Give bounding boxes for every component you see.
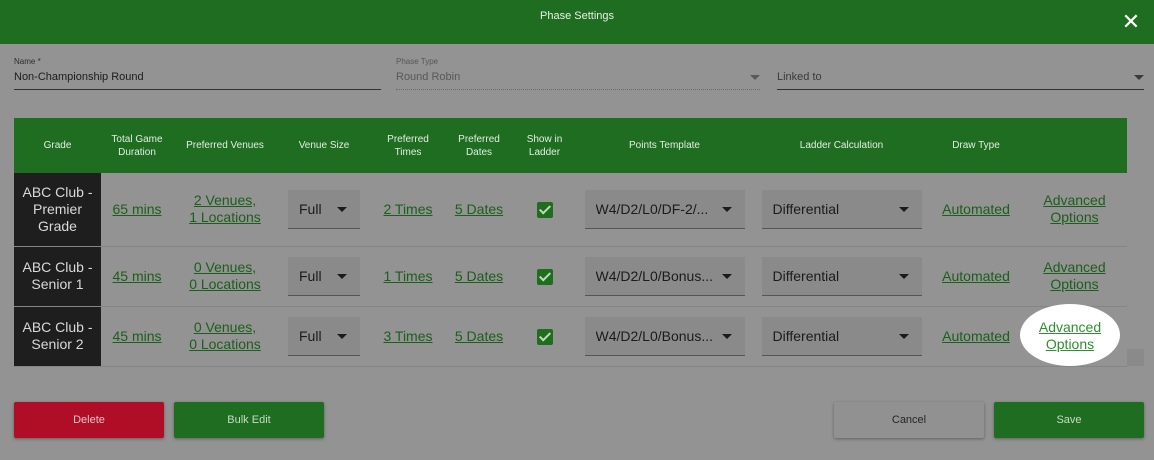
phase-type-select: Phase Type Round Robin [396, 56, 760, 90]
phase-type-label: Phase Type [396, 57, 439, 66]
duration-link[interactable]: 45 mins [112, 328, 161, 344]
column-header: Preferred Venues [186, 140, 264, 151]
column-header: Points Template [629, 140, 700, 151]
table-row: ABC Club - Senior 2 45 mins 0 Venues, 0 L… [14, 306, 1127, 366]
dates-link[interactable]: 5 Dates [455, 201, 503, 217]
column-header: Preferred Dates [458, 133, 500, 158]
dates-link[interactable]: 5 Dates [455, 268, 503, 284]
venue-size-value: Full [299, 327, 322, 344]
name-field[interactable]: Name * Non-Championship Round [14, 56, 381, 90]
chevron-down-icon [898, 206, 909, 212]
advanced-options-line: Options [1050, 276, 1099, 292]
duration-link[interactable]: 45 mins [112, 268, 161, 284]
linked-to-placeholder: Linked to [777, 71, 822, 83]
ladder-calculation-select[interactable]: Differential [761, 189, 922, 229]
ladder-calculation-select[interactable]: Differential [761, 256, 922, 296]
bulk-edit-button[interactable]: Bulk Edit [174, 402, 324, 438]
grade-cell: ABC Club - Senior 1 [14, 246, 101, 306]
venues-link[interactable]: 0 Venues, 0 Locations [189, 319, 261, 352]
chevron-down-icon [337, 273, 347, 279]
ladder-calculation-value: Differential [772, 200, 840, 217]
column-header: Preferred Times [387, 133, 429, 158]
venues-link[interactable]: 0 Venues, 0 Locations [189, 259, 261, 292]
locations-count: 0 Locations [189, 336, 261, 352]
column-header [1022, 118, 1127, 173]
show-in-ladder-checkbox[interactable] [536, 268, 553, 285]
ladder-calculation-select[interactable]: Differential [761, 316, 922, 356]
grade-cell: ABC Club - Premier Grade [14, 173, 101, 246]
advanced-options-line: Options [1045, 336, 1095, 352]
advanced-options-link[interactable]: Advanced Options [1039, 319, 1101, 352]
linked-to-select[interactable]: Linked to [777, 56, 1144, 90]
points-template-select[interactable]: W4/D2/L0/Bonus... [584, 256, 745, 296]
venue-size-value: Full [299, 200, 322, 217]
dialog-header: Phase Settings ✕ [0, 0, 1154, 44]
advanced-options-line: Advanced [1038, 319, 1102, 335]
draw-type-link[interactable]: Automated [942, 201, 1010, 217]
chevron-down-icon [721, 273, 732, 279]
chevron-down-icon [898, 333, 909, 339]
venues-count: 0 Venues, [193, 259, 257, 275]
points-template-value: W4/D2/L0/Bonus... [595, 327, 714, 344]
dialog-title: Phase Settings [540, 10, 614, 22]
ladder-calculation-value: Differential [772, 267, 840, 284]
chevron-down-icon[interactable] [1134, 75, 1144, 80]
column-header: Ladder Calculation [799, 140, 884, 151]
duration-link[interactable]: 65 mins [112, 201, 161, 217]
advanced-options-link[interactable]: Advanced Options [1043, 192, 1105, 225]
column-header: Venue Size [298, 140, 350, 151]
column-header: Show in Ladder [526, 133, 563, 158]
venue-size-select[interactable]: Full [288, 316, 360, 356]
points-template-value: W4/D2/L0/Bonus... [595, 267, 714, 284]
times-link[interactable]: 1 Times [383, 268, 432, 284]
show-in-ladder-checkbox[interactable] [536, 328, 553, 345]
column-header: Draw Type [952, 140, 1000, 151]
name-field-label: Name * [14, 57, 41, 66]
advanced-options-line: Advanced [1043, 259, 1106, 275]
highlighted-advanced-options: Advanced Options [1020, 319, 1120, 353]
venue-size-select[interactable]: Full [288, 256, 360, 296]
advanced-options-line: Options [1050, 209, 1099, 226]
locations-count: 0 Locations [189, 276, 261, 292]
ladder-calculation-value: Differential [772, 327, 840, 344]
times-link[interactable]: 2 Times [383, 201, 432, 217]
points-template-select[interactable]: W4/D2/L0/Bonus... [584, 316, 745, 356]
draw-type-link[interactable]: Automated [942, 328, 1010, 344]
grade-cell: ABC Club - Senior 2 [14, 306, 101, 366]
advanced-options-link[interactable]: Advanced Options [1043, 259, 1105, 292]
dates-link[interactable]: 5 Dates [455, 328, 503, 344]
name-field-value[interactable]: Non-Championship Round [14, 71, 144, 83]
column-header: Grade [43, 140, 72, 151]
phase-type-value: Round Robin [396, 71, 461, 83]
chevron-down-icon [337, 333, 347, 339]
points-template-value: W4/D2/L0/DF-2/... [595, 200, 709, 217]
grades-table: Grade Total Game Duration Preferred Venu… [14, 118, 1127, 367]
table-row: ABC Club - Senior 1 45 mins 0 Venues, 0 L… [14, 246, 1127, 306]
points-template-select[interactable]: W4/D2/L0/DF-2/... [584, 189, 745, 229]
venues-count: 0 Venues, [193, 319, 257, 335]
draw-type-link[interactable]: Automated [942, 268, 1010, 284]
venue-size-value: Full [299, 267, 322, 284]
delete-button[interactable]: Delete [14, 402, 164, 438]
chevron-down-icon [750, 75, 760, 80]
cancel-button[interactable]: Cancel [834, 402, 984, 438]
table-header-row: Grade Total Game Duration Preferred Venu… [14, 118, 1127, 173]
save-button[interactable]: Save [994, 402, 1144, 438]
venue-size-select[interactable]: Full [288, 189, 360, 229]
scrollbar-corner[interactable] [1127, 349, 1144, 366]
chevron-down-icon [721, 333, 732, 339]
chevron-down-icon [721, 206, 732, 212]
chevron-down-icon [898, 273, 909, 279]
locations-count: 1 Locations [189, 209, 261, 226]
advanced-options-line: Advanced [1043, 192, 1106, 209]
venues-count: 2 Venues, [193, 192, 257, 209]
chevron-down-icon [337, 206, 347, 212]
column-header: Total Game Duration [111, 133, 163, 158]
show-in-ladder-checkbox[interactable] [536, 201, 553, 218]
close-icon[interactable]: ✕ [1118, 9, 1144, 35]
times-link[interactable]: 3 Times [383, 328, 432, 344]
table-row: ABC Club - Premier Grade 65 mins 2 Venue… [14, 173, 1127, 246]
venues-link[interactable]: 2 Venues, 1 Locations [189, 192, 261, 225]
